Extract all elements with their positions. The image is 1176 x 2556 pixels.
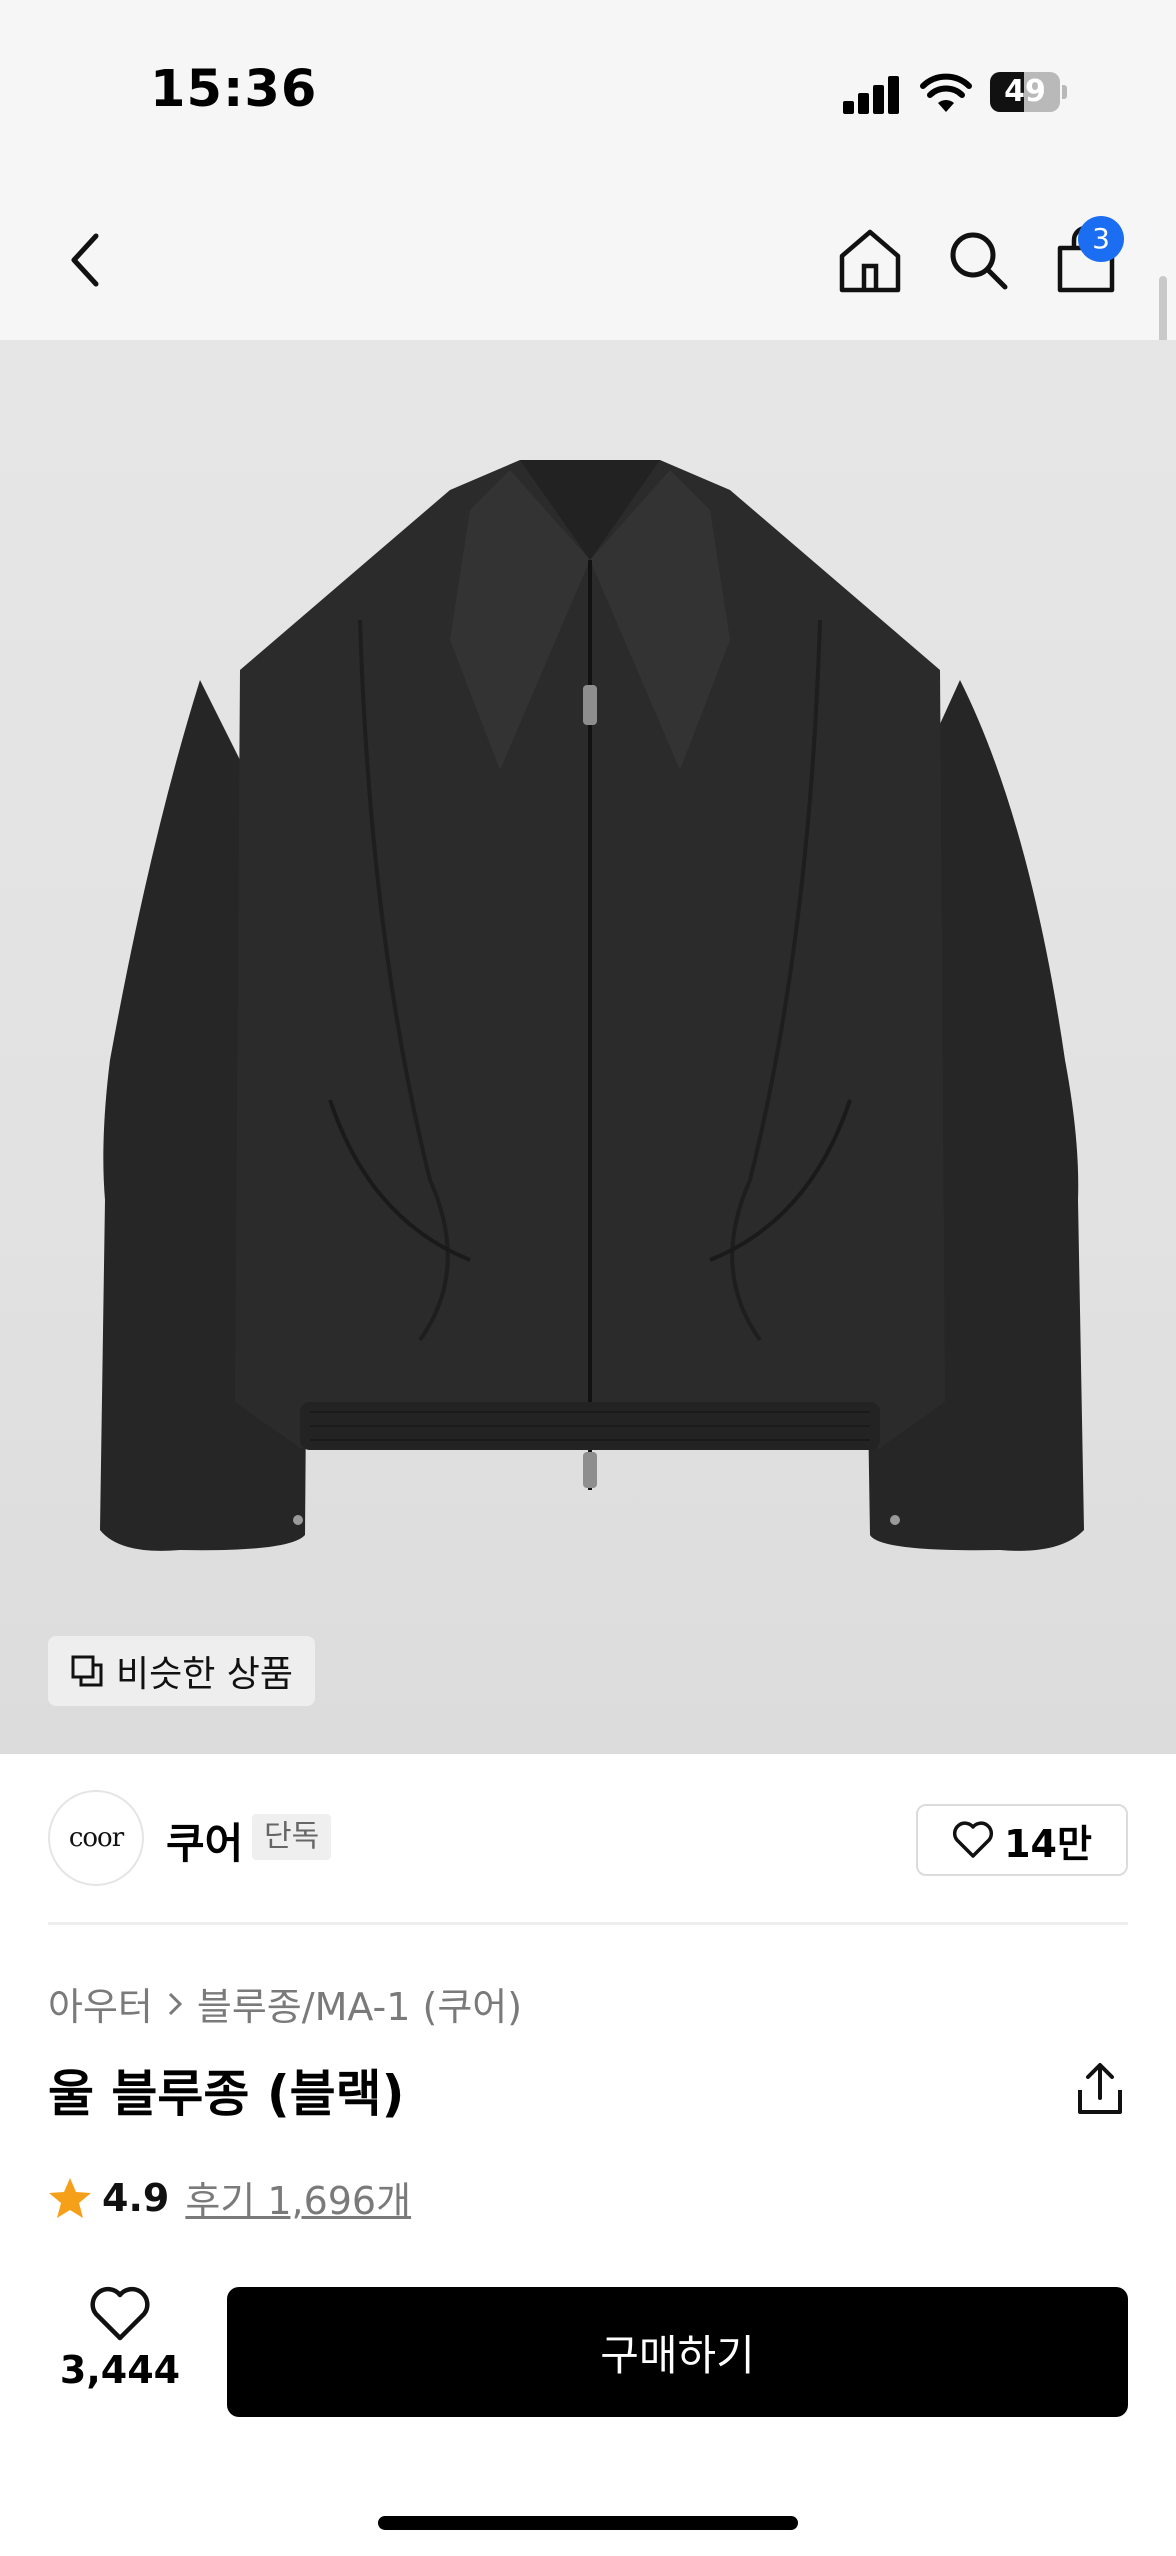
breadcrumb-category[interactable]: 아우터 (48, 1976, 153, 2031)
rating-score: 4.9 (102, 2175, 170, 2220)
home-icon (839, 229, 901, 293)
product-title: 울 블루종 (블랙) (48, 2065, 405, 2123)
similar-products-button[interactable]: 비슷한 상품 (48, 1636, 316, 1706)
brand-name[interactable]: 쿠어 (166, 1810, 243, 1871)
battery-icon: 49 (990, 72, 1070, 114)
search-button[interactable] (940, 222, 1016, 298)
bottom-bar: 3,444 구매하기 (0, 2260, 1176, 2556)
jacket-image (100, 460, 1084, 1551)
wifi-icon (920, 73, 972, 112)
star-icon (49, 2177, 91, 2218)
copy-icon (71, 1655, 103, 1687)
navigation-bar (0, 190, 1176, 330)
divider (48, 1922, 1128, 1925)
share-icon (1078, 2063, 1122, 2114)
status-bar: 15:36 49 (0, 0, 1176, 180)
buy-button[interactable]: 구매하기 (227, 2287, 1128, 2417)
search-icon (950, 232, 1008, 290)
chevron-left-icon (71, 233, 99, 287)
product-image[interactable] (0, 340, 1176, 1754)
rating: 4.9 후기 1,696개 (48, 2170, 411, 2225)
reviews-link[interactable]: 후기 1,696개 (185, 2170, 411, 2225)
heart-icon (953, 1821, 994, 1858)
brand-like-button[interactable]: 14만 (916, 1804, 1128, 1876)
battery-level: 49 (1004, 74, 1046, 109)
exclusive-badge: 단독 (252, 1814, 332, 1860)
signal-icon (843, 74, 901, 114)
home-indicator (378, 2516, 798, 2530)
share-button[interactable] (1070, 2060, 1130, 2120)
back-button[interactable] (46, 222, 122, 298)
brand-logo[interactable]: coor (48, 1790, 144, 1886)
status-time: 15:36 (150, 60, 318, 119)
heart-icon (90, 2286, 150, 2341)
chevron-right-icon (168, 1992, 183, 2015)
wish-count: 3,444 (59, 2348, 181, 2392)
wish-button[interactable]: 3,444 (48, 2286, 192, 2446)
breadcrumb-subcategory[interactable]: 블루종/MA-1 (쿠어) (197, 1976, 522, 2031)
cart-count-badge: 3 (1078, 216, 1124, 262)
brand-logo-text: coor (68, 1823, 124, 1853)
brand-row: coor 쿠어 단독 14만 (48, 1790, 1128, 1890)
breadcrumb: 아우터 블루종/MA-1 (쿠어) (48, 1976, 522, 2031)
brand-like-count: 14만 (1004, 1821, 1092, 1866)
similar-products-label: 비슷한 상품 (116, 1654, 294, 1695)
home-button[interactable] (832, 222, 908, 298)
